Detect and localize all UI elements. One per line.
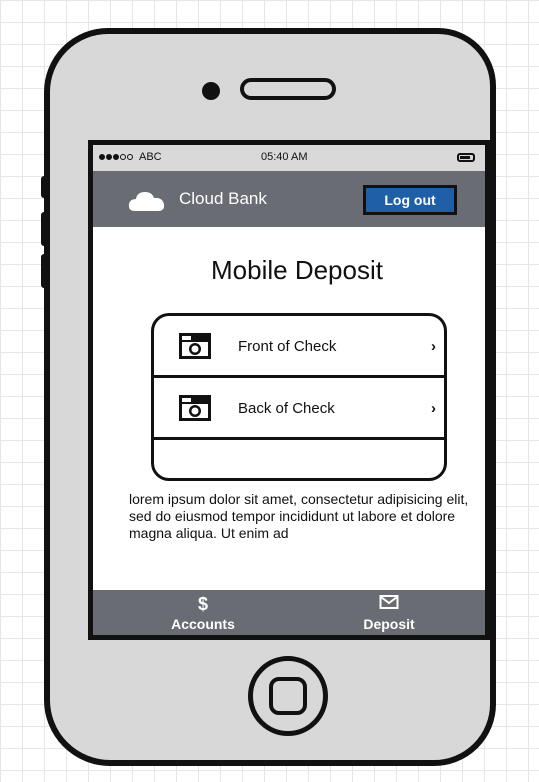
signal-strength-icon bbox=[99, 154, 133, 160]
check-capture-list: Front of Check › Back of Check › bbox=[151, 313, 447, 481]
chevron-right-icon: › bbox=[431, 400, 436, 417]
front-camera bbox=[202, 82, 220, 100]
envelope-icon bbox=[329, 594, 449, 614]
app-header: Cloud Bank Log out bbox=[93, 171, 485, 227]
battery-icon bbox=[457, 153, 475, 162]
list-item-front-of-check[interactable]: Front of Check › bbox=[154, 316, 444, 378]
carrier-name: ABC bbox=[139, 151, 162, 163]
camera-icon bbox=[179, 395, 211, 421]
status-time: 05:40 AM bbox=[261, 151, 308, 163]
tab-accounts-label: Accounts bbox=[171, 616, 235, 632]
logout-button[interactable]: Log out bbox=[363, 185, 457, 215]
volume-down-button bbox=[41, 254, 49, 288]
back-of-check-label: Back of Check bbox=[238, 400, 335, 417]
tab-deposit[interactable]: Deposit bbox=[329, 590, 449, 635]
page-title: Mobile Deposit bbox=[211, 255, 383, 285]
dollar-icon: $ bbox=[197, 594, 208, 614]
camera-icon bbox=[179, 333, 211, 359]
volume-up-button bbox=[41, 212, 49, 246]
mute-switch bbox=[41, 176, 49, 198]
status-bar: ABC 05:40 AM bbox=[93, 145, 485, 171]
description-text: lorem ipsum dolor sit amet, consectetur … bbox=[129, 491, 469, 541]
home-button-icon bbox=[269, 677, 307, 715]
tab-bar: $ Accounts Deposit bbox=[93, 590, 485, 635]
phone-screen: ABC 05:40 AM Cloud Bank Log out Mobile D… bbox=[88, 140, 490, 640]
cloud-icon bbox=[128, 192, 165, 211]
front-of-check-label: Front of Check bbox=[238, 338, 337, 355]
chevron-right-icon: › bbox=[431, 338, 436, 355]
app-title: Cloud Bank bbox=[179, 189, 267, 208]
earpiece-speaker bbox=[240, 78, 336, 100]
tab-deposit-label: Deposit bbox=[363, 616, 415, 632]
list-item-back-of-check[interactable]: Back of Check › bbox=[154, 378, 444, 440]
tab-accounts[interactable]: $ Accounts bbox=[143, 590, 263, 635]
